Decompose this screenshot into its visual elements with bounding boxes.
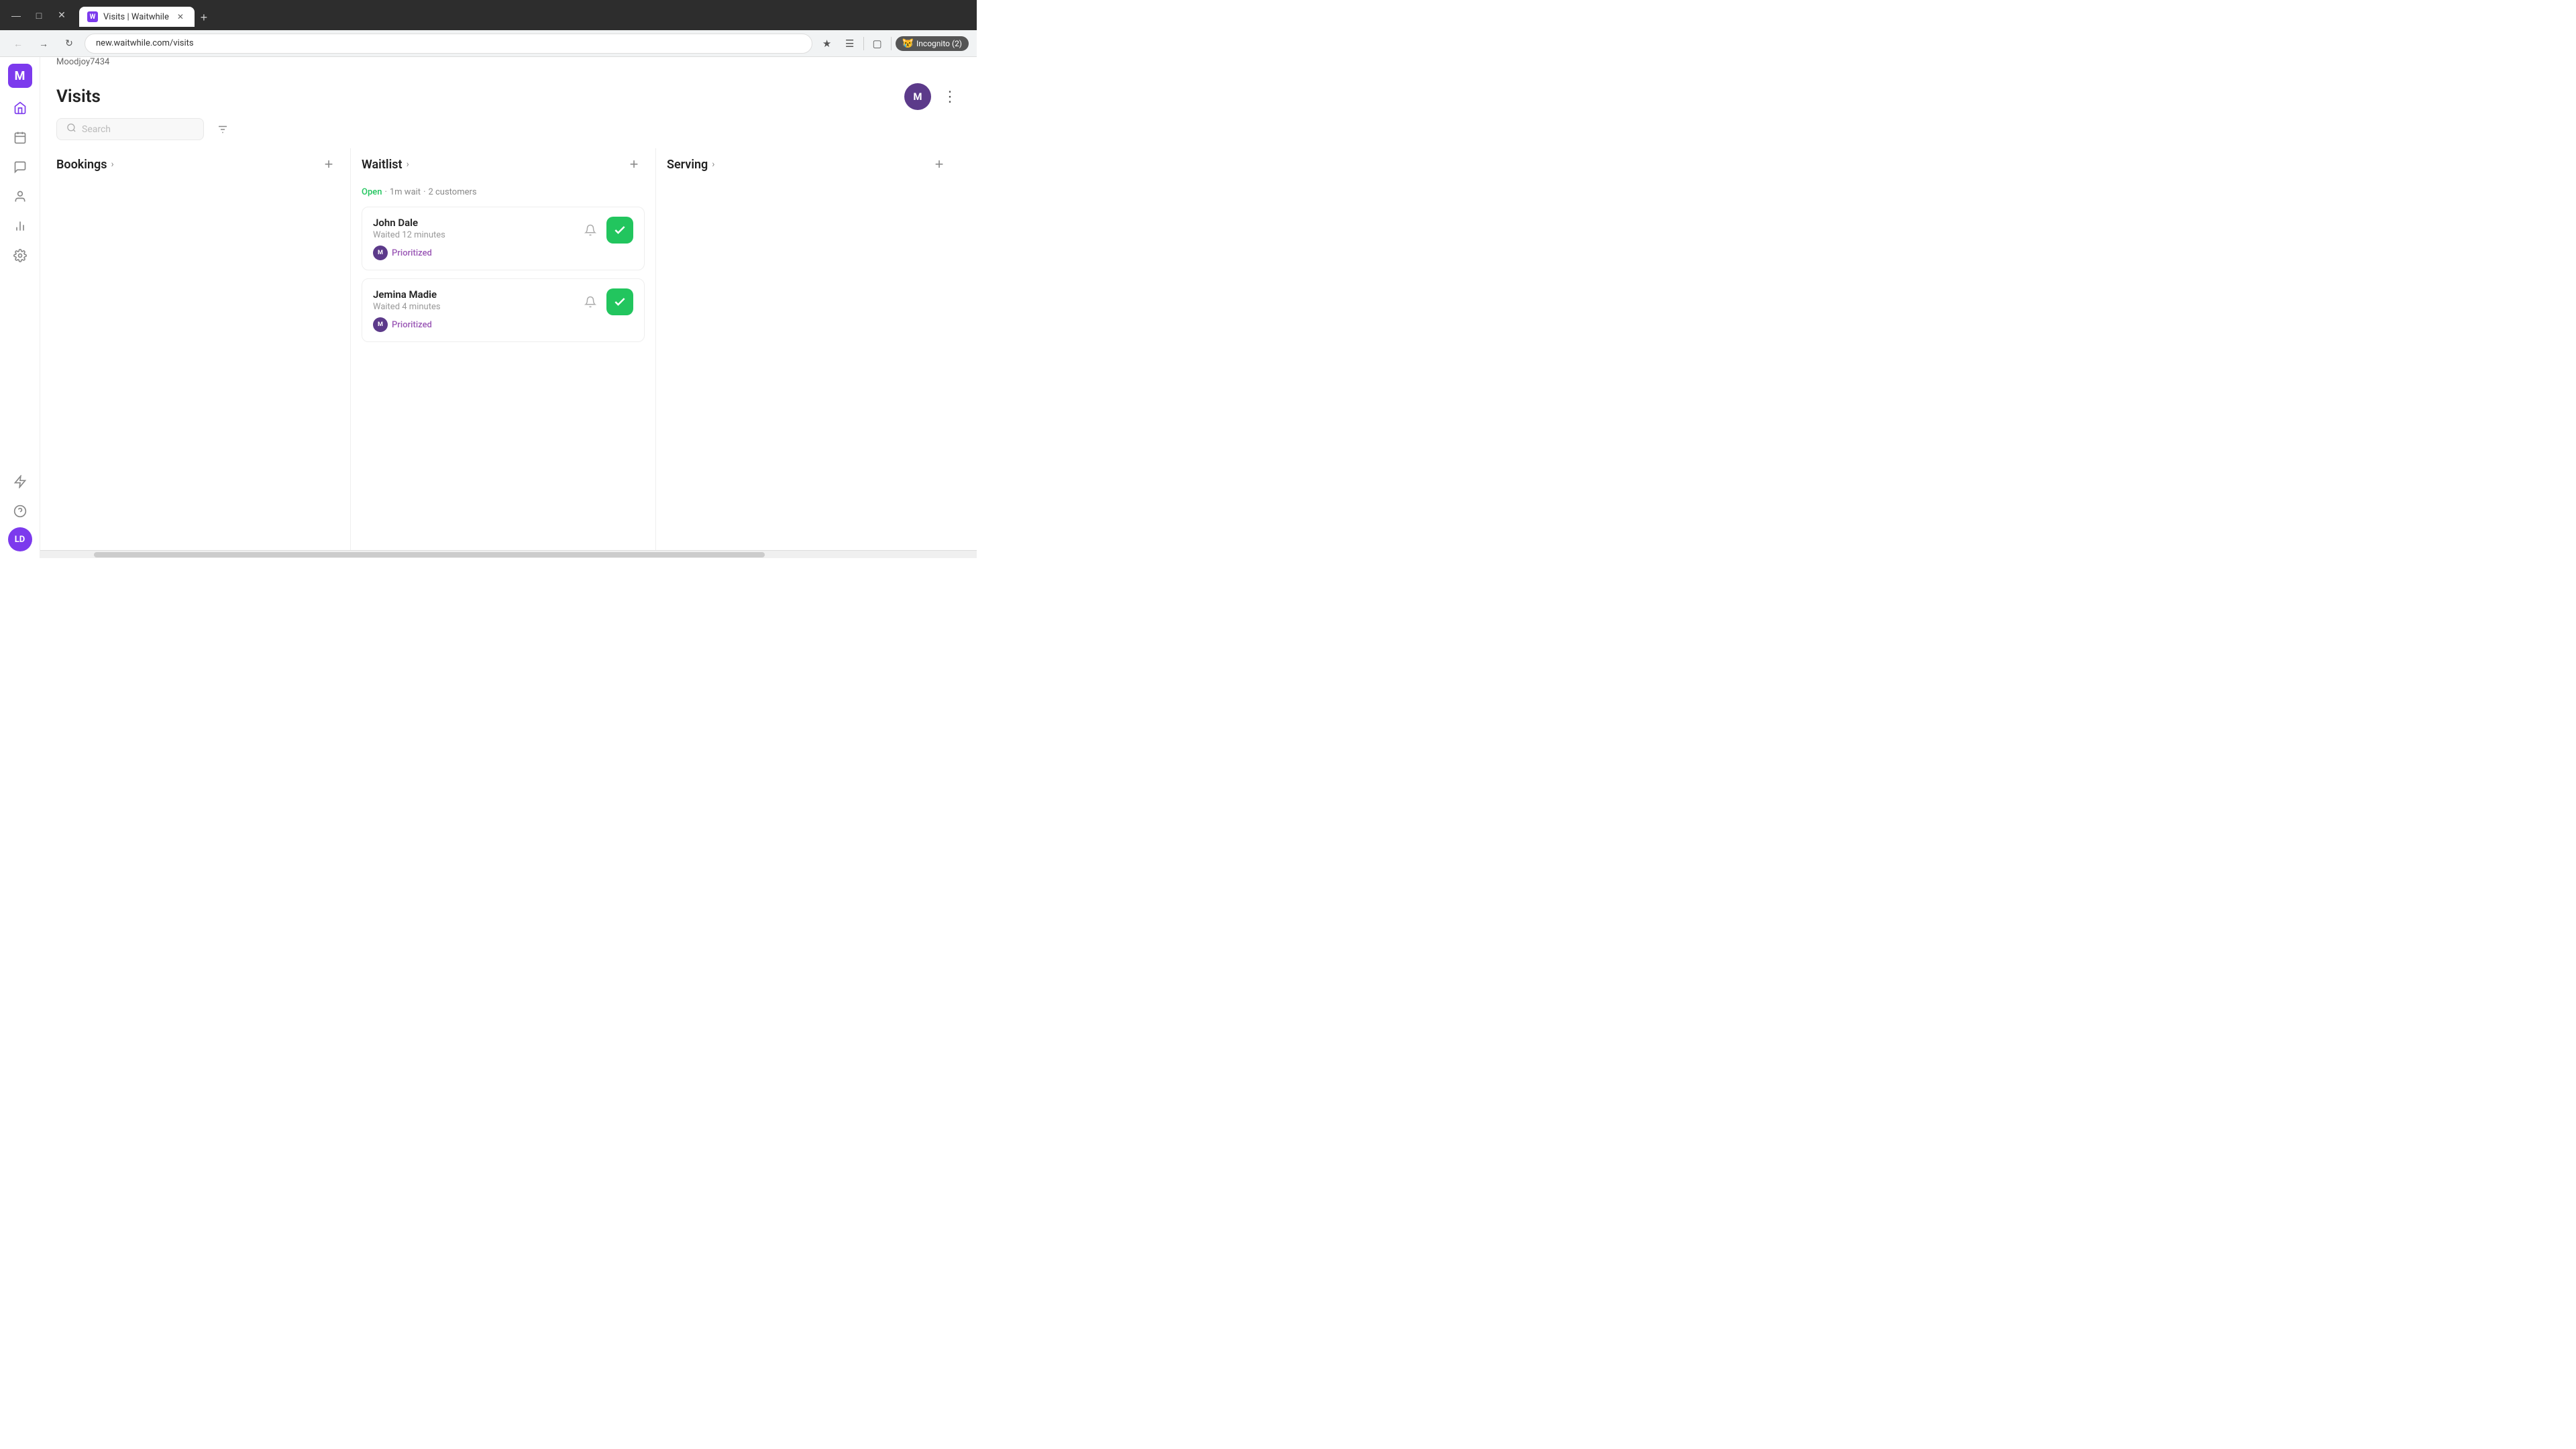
- serving-add-button[interactable]: +: [928, 154, 950, 175]
- maximize-button[interactable]: □: [30, 6, 48, 25]
- serving-chevron-icon: ›: [712, 159, 714, 170]
- visit-tag-label-2: Prioritized: [392, 320, 432, 330]
- sidebar-item-analytics[interactable]: [7, 213, 34, 239]
- visit-card-john-dale[interactable]: John Dale Waited 12 minutes M Prioritize…: [362, 207, 645, 270]
- visit-info-2: Jemina Madie Waited 4 minutes M Prioriti…: [373, 288, 580, 332]
- column-bookings-header: Bookings › +: [56, 148, 339, 180]
- workspace-name: Moodjoy7434: [40, 57, 977, 72]
- visit-actions-2: [580, 288, 633, 315]
- visit-card-top-1: John Dale Waited 12 minutes M Prioritize…: [373, 217, 633, 260]
- active-tab[interactable]: W Visits | Waitwhile ✕: [79, 7, 195, 27]
- visit-tags-1: M Prioritized: [373, 246, 580, 260]
- sidebar-item-settings[interactable]: [7, 242, 34, 269]
- visit-name-2: Jemina Madie: [373, 288, 580, 301]
- serving-title-wrap[interactable]: Serving ›: [667, 158, 715, 172]
- waitlist-title: Waitlist: [362, 158, 402, 172]
- incognito-label: Incognito (2): [916, 39, 962, 48]
- page-header: Visits M ⋮: [40, 72, 977, 115]
- bookings-title: Bookings: [56, 158, 107, 172]
- new-tab-button[interactable]: +: [195, 8, 213, 27]
- bell-button-1[interactable]: [580, 219, 601, 241]
- serving-title: Serving: [667, 158, 708, 172]
- column-bookings: Bookings › +: [56, 148, 351, 550]
- address-input[interactable]: new.waitwhile.com/visits: [85, 34, 812, 54]
- check-button-2[interactable]: [606, 288, 633, 315]
- waitlist-status: Open · 1m wait · 2 customers: [362, 187, 645, 197]
- sidebar-item-flash[interactable]: [7, 468, 34, 495]
- user-avatar-header[interactable]: M: [904, 83, 931, 110]
- tab-bar: W Visits | Waitwhile ✕ +: [79, 3, 213, 27]
- header-right: M ⋮: [904, 83, 961, 110]
- visit-name-1: John Dale: [373, 217, 580, 229]
- minimize-button[interactable]: —: [7, 6, 25, 25]
- scrollbar-thumb[interactable]: [94, 552, 765, 557]
- extensions-button[interactable]: ☰: [841, 34, 859, 53]
- sidebar-item-users[interactable]: [7, 183, 34, 210]
- column-waitlist: Waitlist › + Open · 1m wait · 2 customer…: [362, 148, 656, 550]
- visit-tag-avatar-1: M: [373, 246, 388, 260]
- more-options-button[interactable]: ⋮: [939, 86, 961, 107]
- main-content: Moodjoy7434 Visits M ⋮ Search: [40, 57, 977, 558]
- scrollbar-area: [40, 550, 977, 558]
- visit-info-1: John Dale Waited 12 minutes M Prioritize…: [373, 217, 580, 260]
- status-open-label: Open: [362, 187, 382, 197]
- bell-button-2[interactable]: [580, 291, 601, 313]
- sidebar: M: [0, 57, 40, 558]
- browser-chrome: — □ ✕ W Visits | Waitwhile ✕ +: [0, 0, 977, 30]
- visit-card-jemina-madie[interactable]: Jemina Madie Waited 4 minutes M Prioriti…: [362, 278, 645, 342]
- sidebar-bottom: LD: [7, 468, 34, 551]
- filter-button[interactable]: [212, 119, 233, 140]
- url-display: new.waitwhile.com/visits: [96, 38, 194, 48]
- tab-favicon: W: [87, 11, 98, 22]
- column-waitlist-header: Waitlist › +: [362, 148, 645, 180]
- browser-actions: ★ ☰ ▢ 😿 Incognito (2): [818, 34, 969, 53]
- user-avatar-sidebar[interactable]: LD: [8, 527, 32, 551]
- waitlist-chevron-icon: ›: [407, 159, 409, 170]
- search-box[interactable]: Search: [56, 118, 204, 140]
- visit-wait-2: Waited 4 minutes: [373, 302, 580, 312]
- forward-button[interactable]: →: [34, 34, 54, 54]
- address-bar-row: ← → ↻ new.waitwhile.com/visits ★ ☰ ▢ 😿 I…: [0, 30, 977, 57]
- search-icon: [66, 123, 76, 136]
- toolbar: Search: [40, 115, 977, 148]
- tab-close-button[interactable]: ✕: [174, 11, 186, 23]
- sidebar-item-home[interactable]: [7, 95, 34, 121]
- status-dot: ·: [384, 187, 386, 197]
- bookings-chevron-icon: ›: [111, 159, 114, 170]
- visit-tag-avatar-2: M: [373, 317, 388, 332]
- divider: [863, 37, 864, 50]
- bookmark-button[interactable]: ★: [818, 34, 837, 53]
- waitlist-title-wrap[interactable]: Waitlist ›: [362, 158, 409, 172]
- search-placeholder: Search: [82, 124, 111, 135]
- back-button[interactable]: ←: [8, 34, 28, 54]
- status-customers: 2 customers: [428, 187, 476, 197]
- tab-title: Visits | Waitwhile: [103, 12, 169, 22]
- visit-actions-1: [580, 217, 633, 244]
- reload-button[interactable]: ↻: [59, 34, 79, 54]
- waitlist-add-button[interactable]: +: [623, 154, 645, 175]
- check-button-1[interactable]: [606, 217, 633, 244]
- incognito-badge: 😿 Incognito (2): [896, 36, 969, 51]
- app-logo[interactable]: M: [8, 64, 32, 88]
- columns-area: Bookings › + Waitlist › + Open ·: [40, 148, 977, 550]
- sidebar-item-calendar[interactable]: [7, 124, 34, 151]
- status-dot2: ·: [423, 187, 425, 197]
- app-container: M: [0, 57, 977, 558]
- browser-controls: — □ ✕: [7, 6, 71, 25]
- bookings-title-wrap[interactable]: Bookings ›: [56, 158, 114, 172]
- column-serving: Serving › +: [667, 148, 961, 550]
- status-wait: 1m wait: [390, 187, 421, 197]
- visit-tag-label-1: Prioritized: [392, 248, 432, 258]
- bookings-add-button[interactable]: +: [318, 154, 339, 175]
- split-view-button[interactable]: ▢: [868, 34, 887, 53]
- sidebar-item-messages[interactable]: [7, 154, 34, 180]
- close-button[interactable]: ✕: [52, 6, 71, 25]
- visit-wait-1: Waited 12 minutes: [373, 230, 580, 240]
- column-serving-header: Serving › +: [667, 148, 950, 180]
- visit-tags-2: M Prioritized: [373, 317, 580, 332]
- visit-card-top-2: Jemina Madie Waited 4 minutes M Prioriti…: [373, 288, 633, 332]
- page-title: Visits: [56, 87, 101, 107]
- sidebar-item-help[interactable]: [7, 498, 34, 525]
- divider2: [891, 37, 892, 50]
